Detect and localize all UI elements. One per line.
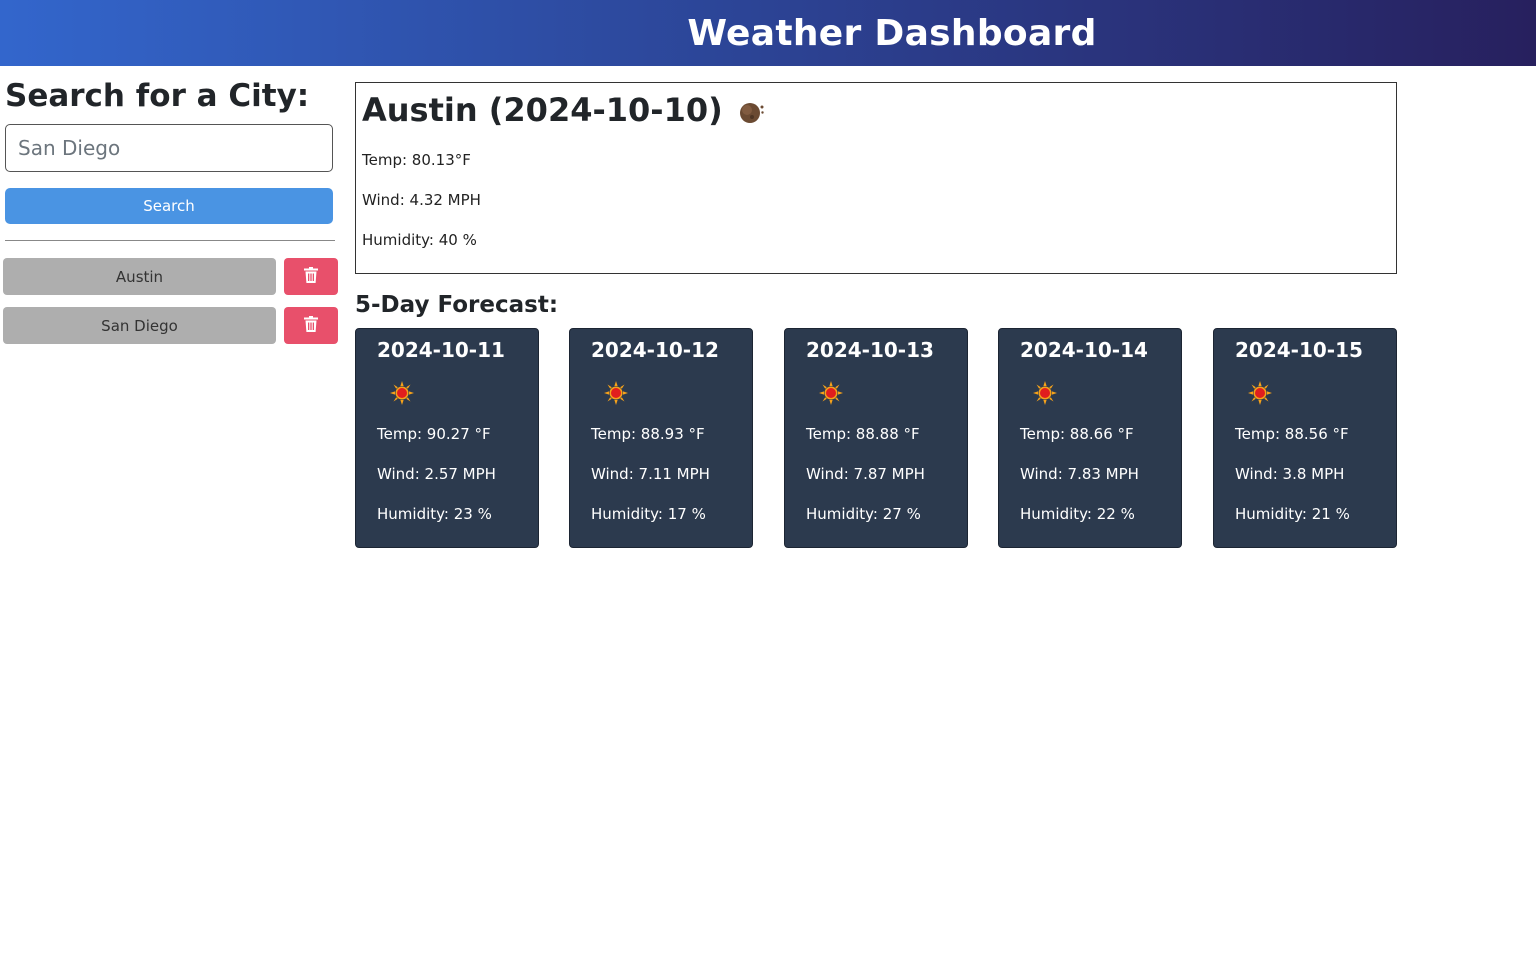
sun-icon xyxy=(604,381,628,405)
forecast-humidity: Humidity: 23 % xyxy=(377,505,492,523)
forecast-card: 2024-10-14 Temp: 88.66 °F Wind: 7.83 MPH… xyxy=(998,328,1182,548)
trash-icon xyxy=(304,267,318,286)
forecast-temp: Temp: 88.93 °F xyxy=(591,425,705,443)
forecast-date: 2024-10-12 xyxy=(591,338,719,362)
current-temp: Temp: 80.13°F xyxy=(362,151,471,169)
sidebar-divider xyxy=(5,240,335,241)
history-row-san-diego: San Diego xyxy=(3,307,338,344)
forecast-card: 2024-10-12 Temp: 88.93 °F Wind: 7.11 MPH… xyxy=(569,328,753,548)
trash-icon xyxy=(304,316,318,335)
forecast-date: 2024-10-11 xyxy=(377,338,505,362)
forecast-humidity: Humidity: 22 % xyxy=(1020,505,1135,523)
delete-history-button[interactable] xyxy=(284,258,338,295)
forecast-wind: Wind: 7.83 MPH xyxy=(1020,465,1139,483)
moon-icon xyxy=(737,96,765,124)
city-search-input[interactable] xyxy=(5,124,333,172)
forecast-date: 2024-10-13 xyxy=(806,338,934,362)
delete-history-button[interactable] xyxy=(284,307,338,344)
forecast-humidity: Humidity: 21 % xyxy=(1235,505,1350,523)
forecast-card: 2024-10-11 Temp: 90.27 °F Wind: 2.57 MPH… xyxy=(355,328,539,548)
forecast-temp: Temp: 90.27 °F xyxy=(377,425,491,443)
app-header: Weather Dashboard xyxy=(0,0,1536,66)
current-weather-panel: Austin (2024-10-10) Temp: 80.13°F Wind: … xyxy=(355,82,1397,274)
sun-icon xyxy=(1248,381,1272,405)
current-humidity: Humidity: 40 % xyxy=(362,231,477,249)
forecast-card: 2024-10-13 Temp: 88.88 °F Wind: 7.87 MPH… xyxy=(784,328,968,548)
forecast-temp: Temp: 88.56 °F xyxy=(1235,425,1349,443)
sun-icon xyxy=(1033,381,1057,405)
sun-icon xyxy=(390,381,414,405)
forecast-humidity: Humidity: 27 % xyxy=(806,505,921,523)
forecast-date: 2024-10-14 xyxy=(1020,338,1148,362)
history-row-austin: Austin xyxy=(3,258,338,295)
app-title: Weather Dashboard xyxy=(687,12,1097,54)
forecast-wind: Wind: 3.8 MPH xyxy=(1235,465,1345,483)
sun-icon xyxy=(819,381,843,405)
forecast-card: 2024-10-15 Temp: 88.56 °F Wind: 3.8 MPH … xyxy=(1213,328,1397,548)
forecast-wind: Wind: 2.57 MPH xyxy=(377,465,496,483)
forecast-wind: Wind: 7.87 MPH xyxy=(806,465,925,483)
search-heading: Search for a City: xyxy=(5,78,310,114)
current-wind: Wind: 4.32 MPH xyxy=(362,191,481,209)
history-city-button[interactable]: Austin xyxy=(3,258,276,295)
history-city-button[interactable]: San Diego xyxy=(3,307,276,344)
forecast-temp: Temp: 88.88 °F xyxy=(806,425,920,443)
current-city-date: Austin (2024-10-10) xyxy=(362,91,723,129)
forecast-heading: 5-Day Forecast: xyxy=(355,292,559,318)
current-weather-title: Austin (2024-10-10) xyxy=(362,91,765,129)
search-button[interactable]: Search xyxy=(5,188,333,224)
forecast-wind: Wind: 7.11 MPH xyxy=(591,465,710,483)
forecast-humidity: Humidity: 17 % xyxy=(591,505,706,523)
forecast-date: 2024-10-15 xyxy=(1235,338,1363,362)
forecast-temp: Temp: 88.66 °F xyxy=(1020,425,1134,443)
